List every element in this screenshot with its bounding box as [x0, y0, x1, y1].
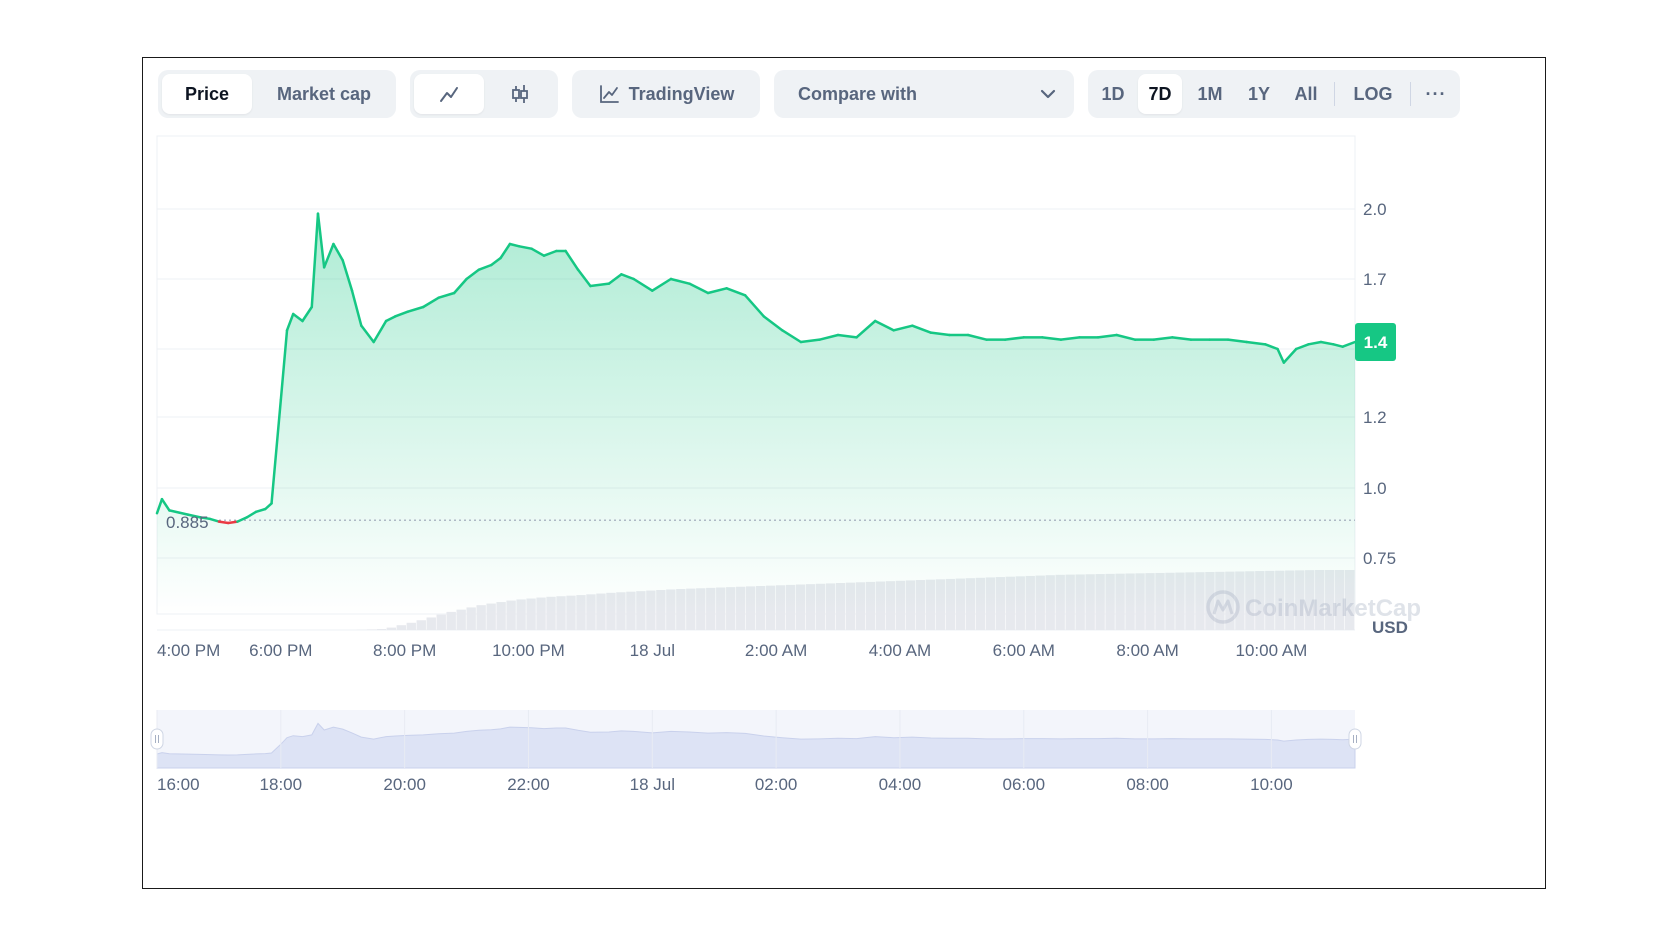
price-line-segment: [226, 520, 239, 525]
current-price-badge: 1.4: [1355, 323, 1396, 361]
price-area: [157, 213, 1355, 614]
x-tick-label: 8:00 AM: [1116, 641, 1178, 660]
y-tick-label: 1.2: [1363, 408, 1387, 427]
x-tick-label: 8:00 PM: [373, 641, 436, 660]
volume-bar: [396, 625, 406, 630]
price-chart: 0.885 2.0 1.7 1.4 1.2 1.0 0.75 4:00 PM 6:00 PM…: [150, 135, 1421, 794]
navigator-tick-label: 18 Jul: [630, 775, 675, 794]
x-tick-label: 6:00 PM: [249, 641, 312, 660]
volume-bar: [416, 620, 426, 630]
volume-bar: [376, 628, 387, 630]
y-tick-label: 1.7: [1363, 270, 1387, 289]
x-tick-label: 10:00 AM: [1236, 641, 1308, 660]
volume-bar: [406, 622, 416, 630]
x-axis: 4:00 PM 6:00 PM 8:00 PM 10:00 PM 18 Jul 2:00 …: [157, 641, 1307, 660]
navigator-tick-label: 08:00: [1126, 775, 1169, 794]
time-navigator: 16:00 18:00 20:00 22:00 18 Jul 02:00 04:00 06:0…: [150, 710, 1362, 794]
navigator-tick-label: 20:00: [383, 775, 426, 794]
navigator-tick-label: 16:00: [157, 775, 200, 794]
y-tick-label: 2.0: [1363, 200, 1387, 219]
navigator-tick-label: 04:00: [879, 775, 922, 794]
navigator-tick-label: 06:00: [1002, 775, 1045, 794]
navigator-tick-label: 22:00: [507, 775, 550, 794]
navigator-tick-label: 02:00: [755, 775, 798, 794]
chart-card: Price Market cap TradingView Compare wit…: [142, 57, 1546, 889]
x-tick-label: 10:00 PM: [492, 641, 565, 660]
y-tick-label: 1.0: [1363, 479, 1387, 498]
volume-bar: [386, 627, 396, 630]
current-price-label: 1.4: [1364, 333, 1388, 352]
navigator-handle[interactable]: [150, 728, 164, 750]
y-axis: 2.0 1.7 1.4 1.2 1.0 0.75: [1363, 200, 1396, 568]
volume-bar: [426, 617, 436, 630]
volume-bar: [366, 629, 377, 630]
reference-price-label: 0.885: [166, 513, 209, 532]
x-tick-label: 6:00 AM: [993, 641, 1055, 660]
x-tick-label: 4:00 AM: [869, 641, 931, 660]
x-tick-label: 18 Jul: [630, 641, 675, 660]
x-tick-label: 4:00 PM: [157, 641, 220, 660]
navigator-tick-label: 18:00: [260, 775, 303, 794]
volume-bar: [446, 611, 456, 630]
x-tick-label: 2:00 AM: [745, 641, 807, 660]
y-tick-label: 0.75: [1363, 549, 1396, 568]
volume-bar: [436, 614, 446, 630]
navigator-tick-label: 10:00: [1250, 775, 1293, 794]
price-line-segment: [217, 520, 230, 525]
watermark-text: CoinMarketCap: [1245, 595, 1421, 622]
navigator-handle[interactable]: [1348, 728, 1362, 750]
